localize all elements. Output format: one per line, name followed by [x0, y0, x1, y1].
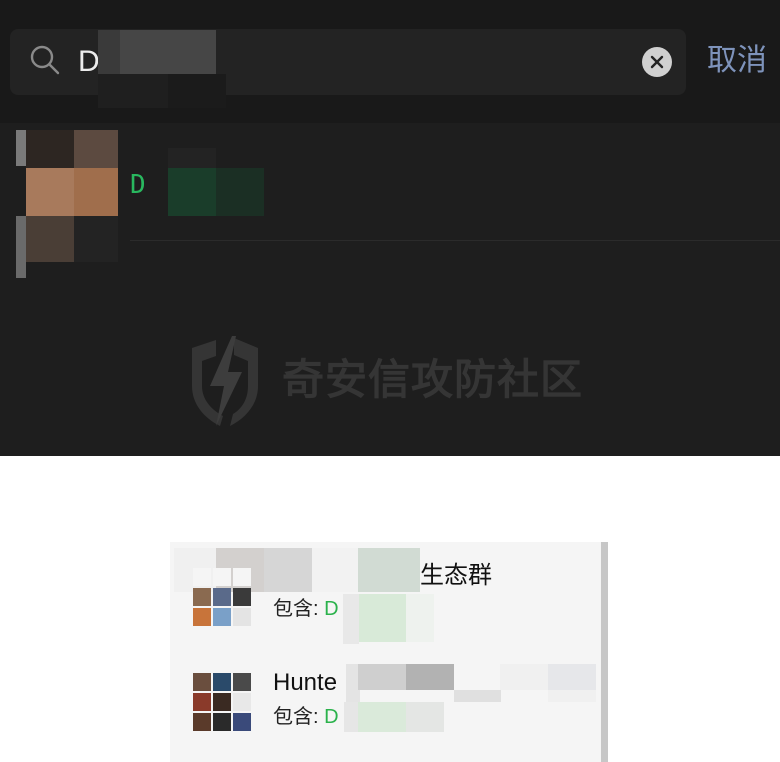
group-avatar — [193, 568, 251, 626]
redacted-name-block — [500, 664, 548, 690]
group-name: Hunte — [273, 669, 338, 696]
redacted-match-block — [406, 594, 434, 642]
redacted-name-block — [358, 664, 406, 690]
avatar-pixel — [16, 216, 26, 278]
redacted-query-block — [168, 74, 226, 108]
redacted-match-block — [358, 702, 406, 732]
contains-label: 包含: — [273, 598, 319, 620]
redacted-name-block — [548, 664, 596, 690]
search-query-text[interactable]: D — [78, 44, 100, 80]
redacted-name-block — [358, 548, 420, 592]
shield-bolt-icon — [192, 336, 258, 426]
redacted-name-block — [312, 548, 358, 592]
avatar-pixel — [26, 216, 74, 262]
avatar-pixel — [26, 168, 74, 216]
row-divider — [130, 240, 780, 241]
search-screen: D 取消 D 奇安信攻防社区 — [0, 0, 780, 456]
redacted-name-block — [454, 690, 501, 702]
redacted-match-block — [359, 594, 406, 642]
redacted-match-block — [168, 148, 216, 168]
redacted-match-block — [343, 594, 359, 644]
group-name: 生态群 — [420, 562, 492, 589]
close-icon — [650, 55, 664, 69]
group-contains: 包含: D — [273, 704, 339, 730]
group-avatar — [193, 673, 251, 731]
redacted-name-block — [264, 548, 312, 592]
contains-value: D — [324, 706, 339, 728]
contains-label: 包含: — [273, 706, 319, 728]
avatar-pixel — [74, 216, 118, 262]
redacted-match-block — [406, 702, 444, 732]
redacted-match-block — [216, 168, 264, 216]
avatar-pixel — [74, 130, 118, 168]
redacted-match-block — [168, 168, 216, 216]
avatar-pixel — [16, 130, 26, 166]
cancel-button[interactable]: 取消 — [707, 42, 767, 80]
redacted-query-block — [98, 74, 168, 108]
result-match-text: D — [130, 170, 146, 200]
redacted-query-block — [120, 30, 216, 74]
redacted-name-block — [406, 664, 454, 690]
avatar-pixel — [26, 130, 74, 168]
search-icon — [30, 45, 60, 75]
group-contains: 包含: D — [273, 596, 339, 622]
redacted-name-block — [548, 690, 596, 702]
avatar-pixel — [74, 168, 118, 216]
watermark-text: 奇安信攻防社区 — [282, 356, 584, 403]
contains-value: D — [324, 598, 339, 620]
clear-search-button[interactable] — [642, 47, 672, 77]
scrollbar[interactable] — [601, 542, 608, 762]
